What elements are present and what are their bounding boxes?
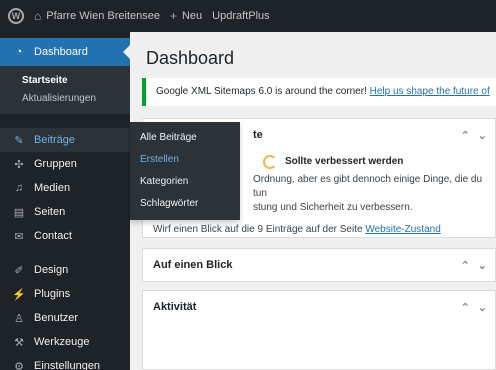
- health-progress-icon: [263, 155, 277, 169]
- health-status: Sollte verbessert werden: [263, 155, 485, 169]
- submenu-updates[interactable]: Aktualisierungen: [0, 90, 130, 108]
- sidebar-item-design[interactable]: ✐ Design: [0, 258, 130, 282]
- move-up-icon[interactable]: ⌃: [461, 259, 470, 272]
- sitemap-notice: Google XML Sitemaps 6.0 is around the co…: [142, 78, 496, 106]
- updraftplus-link[interactable]: UpdraftPlus: [212, 10, 269, 22]
- site-health-title: te: [253, 129, 263, 141]
- flyout-tags[interactable]: Schlagwörter: [130, 193, 240, 215]
- brush-icon: ✐: [14, 264, 24, 277]
- move-up-icon[interactable]: ⌃: [461, 129, 470, 142]
- health-link-row: Wirf einen Blick auf die 9 Einträge auf …: [153, 224, 441, 235]
- wordpress-logo-icon[interactable]: W: [8, 8, 24, 24]
- submenu-startseite[interactable]: Startseite: [0, 72, 130, 90]
- collapse-chevron-icon[interactable]: ⌄: [478, 259, 487, 272]
- sidebar-item-plugins[interactable]: ⚡ Plugins: [0, 282, 130, 306]
- admin-sidebar: ◔ Dashboard Startseite Aktualisierungen …: [0, 32, 130, 370]
- page-title: Dashboard: [146, 48, 235, 68]
- at-a-glance-panel: Auf einen Blick ⌃ ⌄: [142, 248, 496, 282]
- sidebar-item-benutzer[interactable]: ♙ Benutzer: [0, 306, 130, 330]
- pin-icon: ✎: [14, 134, 24, 147]
- sidebar-item-seiten[interactable]: ▤ Seiten: [0, 200, 130, 224]
- home-icon: ⌂: [34, 9, 42, 23]
- activity-header[interactable]: Aktivität ⌃ ⌄: [143, 291, 495, 323]
- dashboard-submenu: Startseite Aktualisierungen: [0, 66, 130, 114]
- mail-icon: ✉: [14, 230, 24, 243]
- plus-icon: +: [169, 9, 177, 23]
- site-name-link[interactable]: ⌂ Pfarre Wien Breitensee: [34, 9, 160, 23]
- sidebar-item-medien[interactable]: ♫ Medien: [0, 176, 130, 200]
- sidebar-item-dashboard[interactable]: ◔ Dashboard: [0, 38, 130, 66]
- sidebar-item-contact[interactable]: ✉ Contact: [0, 224, 130, 248]
- posts-flyout-menu: Alle Beiträge Erstellen Kategorien Schla…: [130, 122, 240, 220]
- groups-icon: ✣: [14, 158, 24, 171]
- flyout-categories[interactable]: Kategorien: [130, 171, 240, 193]
- user-icon: ♙: [14, 312, 24, 325]
- flyout-create-post[interactable]: Erstellen: [130, 149, 240, 171]
- dashboard-icon: ◔: [15, 46, 23, 58]
- notice-text: Google XML Sitemaps 6.0 is around the co…: [156, 86, 367, 97]
- sidebar-item-einstellungen[interactable]: ⚙ Einstellungen: [0, 354, 130, 370]
- at-a-glance-header[interactable]: Auf einen Blick ⌃ ⌄: [143, 249, 495, 281]
- media-icon: ♫: [14, 182, 24, 194]
- plug-icon: ⚡: [12, 288, 26, 301]
- pages-icon: ▤: [13, 206, 25, 219]
- move-up-icon[interactable]: ⌃: [461, 301, 470, 314]
- collapse-chevron-icon[interactable]: ⌄: [478, 301, 487, 314]
- new-content-link[interactable]: + Neu: [170, 9, 202, 23]
- admin-bar: W ⌂ Pfarre Wien Breitensee + Neu Updraft…: [0, 0, 496, 32]
- notice-link[interactable]: Help us shape the future of: [370, 86, 490, 97]
- activity-panel: Aktivität ⌃ ⌄: [142, 290, 496, 370]
- sidebar-item-beitraege[interactable]: ✎ Beiträge: [0, 128, 130, 152]
- settings-icon: ⚙: [14, 360, 24, 370]
- collapse-chevron-icon[interactable]: ⌄: [478, 129, 487, 142]
- flyout-all-posts[interactable]: Alle Beiträge: [130, 127, 240, 149]
- sidebar-item-gruppen[interactable]: ✣ Gruppen: [0, 152, 130, 176]
- sidebar-item-werkzeuge[interactable]: ⚒ Werkzeuge: [0, 330, 130, 354]
- site-health-link[interactable]: Website-Zustand: [365, 224, 440, 235]
- wrench-icon: ⚒: [14, 336, 24, 349]
